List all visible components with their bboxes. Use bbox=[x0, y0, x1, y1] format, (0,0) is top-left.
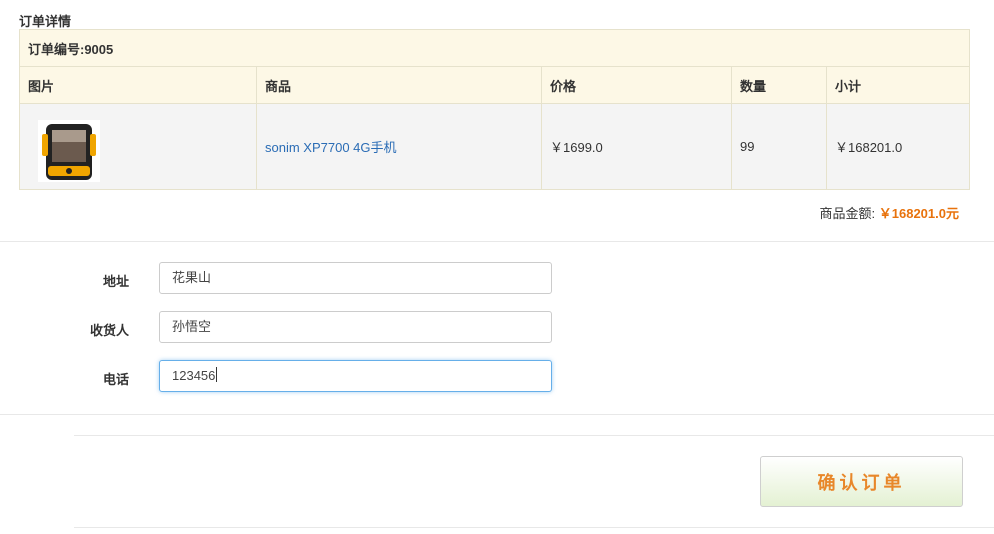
order-total: 商品金额: ￥168201.0元 bbox=[820, 203, 959, 222]
item-subtotal: ￥168201.0 bbox=[825, 103, 971, 190]
column-header-subtotal: 小计 bbox=[825, 66, 971, 104]
confirm-order-button[interactable]: 确认订单 bbox=[760, 456, 963, 507]
item-quantity: 99 bbox=[731, 103, 827, 190]
address-value: 花果山 bbox=[172, 270, 212, 285]
divider bbox=[74, 527, 994, 528]
order-number-row: 订单编号:9005 bbox=[18, 29, 971, 67]
table-row: sonim XP7700 4G手机 ￥1699.0 99 ￥168201.0 bbox=[19, 103, 971, 190]
column-header-quantity: 数量 bbox=[731, 66, 827, 104]
phone-row: 电话 123456 bbox=[0, 360, 994, 394]
column-header-price: 价格 bbox=[541, 66, 732, 104]
product-link[interactable]: sonim XP7700 4G手机 bbox=[265, 140, 397, 155]
column-header-image: 图片 bbox=[19, 66, 257, 104]
table-header-row: 图片 商品 价格 数量 小计 bbox=[19, 66, 971, 104]
divider bbox=[0, 241, 994, 242]
item-price: ￥1699.0 bbox=[541, 103, 732, 190]
section-title: 订单详情 bbox=[19, 14, 72, 29]
phone-input[interactable]: 123456 bbox=[159, 360, 552, 392]
address-label: 地址 bbox=[102, 274, 129, 289]
divider bbox=[74, 435, 994, 436]
item-image-cell bbox=[19, 103, 257, 190]
total-value: ￥168201.0元 bbox=[878, 206, 959, 221]
phone-value: 123456 bbox=[172, 368, 216, 383]
order-number: 订单编号:9005 bbox=[18, 29, 971, 67]
receiver-row: 收货人 孙悟空 bbox=[0, 311, 994, 345]
total-label: 商品金额: bbox=[819, 206, 876, 221]
receiver-label: 收货人 bbox=[89, 323, 129, 338]
receiver-value: 孙悟空 bbox=[172, 319, 212, 334]
order-table: 订单编号:9005 图片 商品 价格 数量 小计 sonim XP7700 4G… bbox=[18, 29, 971, 190]
phone-label: 电话 bbox=[102, 372, 129, 387]
divider bbox=[0, 414, 994, 415]
text-caret bbox=[216, 367, 218, 382]
rugged-phone-image[interactable] bbox=[38, 120, 100, 182]
column-header-product: 商品 bbox=[256, 66, 542, 104]
address-input[interactable]: 花果山 bbox=[159, 262, 552, 294]
receiver-input[interactable]: 孙悟空 bbox=[159, 311, 552, 343]
item-name-cell: sonim XP7700 4G手机 bbox=[256, 103, 542, 190]
address-row: 地址 花果山 bbox=[0, 262, 994, 296]
